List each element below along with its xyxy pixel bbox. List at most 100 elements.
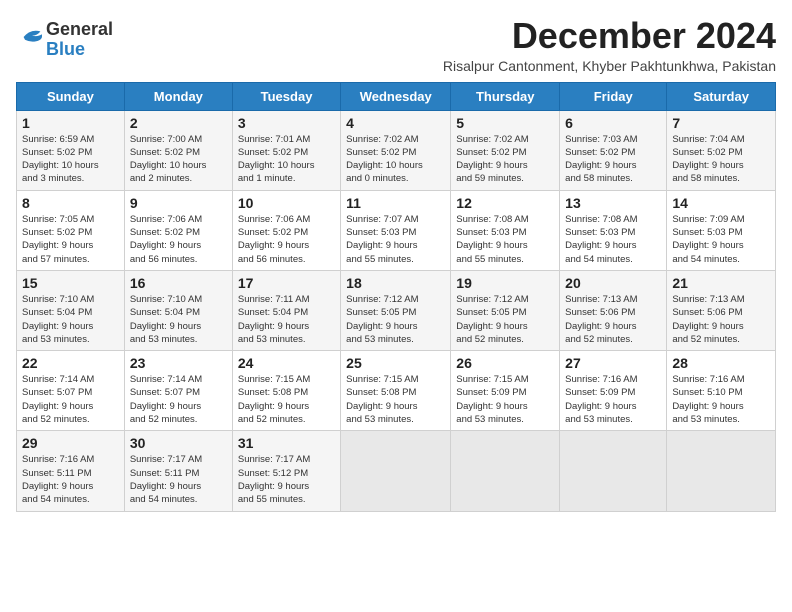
- day-info: Sunrise: 7:15 AM Sunset: 5:08 PM Dayligh…: [238, 373, 335, 426]
- day-info: Sunrise: 7:02 AM Sunset: 5:02 PM Dayligh…: [456, 133, 554, 186]
- day-number: 28: [672, 355, 770, 371]
- calendar-cell: 15 Sunrise: 7:10 AM Sunset: 5:04 PM Dayli…: [17, 270, 125, 350]
- logo: General Blue: [16, 20, 113, 60]
- weekday-header-wednesday: Wednesday: [341, 82, 451, 110]
- day-number: 2: [130, 115, 227, 131]
- day-number: 1: [22, 115, 119, 131]
- calendar-cell: 31 Sunrise: 7:17 AM Sunset: 5:12 PM Dayli…: [232, 431, 340, 511]
- day-info: Sunrise: 7:00 AM Sunset: 5:02 PM Dayligh…: [130, 133, 227, 186]
- day-info: Sunrise: 7:14 AM Sunset: 5:07 PM Dayligh…: [130, 373, 227, 426]
- day-number: 7: [672, 115, 770, 131]
- day-number: 26: [456, 355, 554, 371]
- day-info: Sunrise: 7:15 AM Sunset: 5:08 PM Dayligh…: [346, 373, 445, 426]
- location-subtitle: Risalpur Cantonment, Khyber Pakhtunkhwa,…: [443, 58, 776, 74]
- weekday-header-sunday: Sunday: [17, 82, 125, 110]
- calendar-cell: 3Sunrise: 7:01 AM Sunset: 5:02 PM Daylig…: [232, 110, 340, 190]
- weekday-header-friday: Friday: [560, 82, 667, 110]
- calendar-cell: 2 Sunrise: 7:00 AM Sunset: 5:02 PM Daylig…: [124, 110, 232, 190]
- calendar-cell: 18 Sunrise: 7:12 AM Sunset: 5:05 PM Dayli…: [341, 270, 451, 350]
- day-info: Sunrise: 7:01 AM Sunset: 5:02 PM Dayligh…: [238, 133, 335, 186]
- calendar-week-4: 22 Sunrise: 7:14 AM Sunset: 5:07 PM Dayli…: [17, 351, 776, 431]
- day-number: 27: [565, 355, 661, 371]
- day-number: 13: [565, 195, 661, 211]
- day-number: 6: [565, 115, 661, 131]
- day-number: 5: [456, 115, 554, 131]
- day-info: Sunrise: 7:08 AM Sunset: 5:03 PM Dayligh…: [456, 213, 554, 266]
- day-info: Sunrise: 7:06 AM Sunset: 5:02 PM Dayligh…: [130, 213, 227, 266]
- day-number: 12: [456, 195, 554, 211]
- calendar-week-3: 15 Sunrise: 7:10 AM Sunset: 5:04 PM Dayli…: [17, 270, 776, 350]
- calendar-cell: 10 Sunrise: 7:06 AM Sunset: 5:02 PM Dayli…: [232, 190, 340, 270]
- day-info: Sunrise: 7:09 AM Sunset: 5:03 PM Dayligh…: [672, 213, 770, 266]
- day-number: 21: [672, 275, 770, 291]
- day-number: 14: [672, 195, 770, 211]
- day-info: Sunrise: 7:10 AM Sunset: 5:04 PM Dayligh…: [22, 293, 119, 346]
- title-block: December 2024 Risalpur Cantonment, Khybe…: [443, 16, 776, 74]
- day-number: 8: [22, 195, 119, 211]
- calendar-cell: 23 Sunrise: 7:14 AM Sunset: 5:07 PM Dayli…: [124, 351, 232, 431]
- calendar-cell: 27 Sunrise: 7:16 AM Sunset: 5:09 PM Dayli…: [560, 351, 667, 431]
- day-number: 30: [130, 435, 227, 451]
- day-number: 31: [238, 435, 335, 451]
- day-info: Sunrise: 7:16 AM Sunset: 5:10 PM Dayligh…: [672, 373, 770, 426]
- calendar-cell: 20 Sunrise: 7:13 AM Sunset: 5:06 PM Dayli…: [560, 270, 667, 350]
- day-info: Sunrise: 7:06 AM Sunset: 5:02 PM Dayligh…: [238, 213, 335, 266]
- calendar-cell: 28 Sunrise: 7:16 AM Sunset: 5:10 PM Dayli…: [667, 351, 776, 431]
- calendar-header: SundayMondayTuesdayWednesdayThursdayFrid…: [17, 82, 776, 110]
- day-number: 15: [22, 275, 119, 291]
- weekday-header-tuesday: Tuesday: [232, 82, 340, 110]
- day-number: 11: [346, 195, 445, 211]
- day-number: 23: [130, 355, 227, 371]
- calendar-cell: 13 Sunrise: 7:08 AM Sunset: 5:03 PM Dayli…: [560, 190, 667, 270]
- calendar-cell: [341, 431, 451, 511]
- calendar-cell: 24 Sunrise: 7:15 AM Sunset: 5:08 PM Dayli…: [232, 351, 340, 431]
- weekday-header-saturday: Saturday: [667, 82, 776, 110]
- day-info: Sunrise: 7:13 AM Sunset: 5:06 PM Dayligh…: [672, 293, 770, 346]
- calendar-cell: 26 Sunrise: 7:15 AM Sunset: 5:09 PM Dayli…: [451, 351, 560, 431]
- day-info: Sunrise: 7:16 AM Sunset: 5:09 PM Dayligh…: [565, 373, 661, 426]
- calendar-cell: [667, 431, 776, 511]
- page-header: General Blue December 2024 Risalpur Cant…: [16, 16, 776, 74]
- day-number: 16: [130, 275, 227, 291]
- day-info: Sunrise: 7:17 AM Sunset: 5:11 PM Dayligh…: [130, 453, 227, 506]
- day-info: Sunrise: 6:59 AM Sunset: 5:02 PM Dayligh…: [22, 133, 119, 186]
- calendar-week-2: 8Sunrise: 7:05 AM Sunset: 5:02 PM Daylig…: [17, 190, 776, 270]
- calendar-cell: 19 Sunrise: 7:12 AM Sunset: 5:05 PM Dayli…: [451, 270, 560, 350]
- day-info: Sunrise: 7:12 AM Sunset: 5:05 PM Dayligh…: [456, 293, 554, 346]
- calendar-cell: 21 Sunrise: 7:13 AM Sunset: 5:06 PM Dayli…: [667, 270, 776, 350]
- calendar-cell: 14 Sunrise: 7:09 AM Sunset: 5:03 PM Dayli…: [667, 190, 776, 270]
- day-number: 24: [238, 355, 335, 371]
- calendar-cell: 25Sunrise: 7:15 AM Sunset: 5:08 PM Dayli…: [341, 351, 451, 431]
- calendar-cell: 11 Sunrise: 7:07 AM Sunset: 5:03 PM Dayli…: [341, 190, 451, 270]
- day-info: Sunrise: 7:13 AM Sunset: 5:06 PM Dayligh…: [565, 293, 661, 346]
- day-info: Sunrise: 7:15 AM Sunset: 5:09 PM Dayligh…: [456, 373, 554, 426]
- logo-bird-icon: [18, 23, 46, 51]
- calendar-table: SundayMondayTuesdayWednesdayThursdayFrid…: [16, 82, 776, 512]
- weekday-header-thursday: Thursday: [451, 82, 560, 110]
- calendar-week-1: 1 Sunrise: 6:59 AM Sunset: 5:02 PM Daylig…: [17, 110, 776, 190]
- day-info: Sunrise: 7:12 AM Sunset: 5:05 PM Dayligh…: [346, 293, 445, 346]
- weekday-header-monday: Monday: [124, 82, 232, 110]
- day-number: 22: [22, 355, 119, 371]
- calendar-cell: 1 Sunrise: 6:59 AM Sunset: 5:02 PM Daylig…: [17, 110, 125, 190]
- calendar-cell: 8Sunrise: 7:05 AM Sunset: 5:02 PM Daylig…: [17, 190, 125, 270]
- day-info: Sunrise: 7:11 AM Sunset: 5:04 PM Dayligh…: [238, 293, 335, 346]
- day-number: 19: [456, 275, 554, 291]
- day-info: Sunrise: 7:07 AM Sunset: 5:03 PM Dayligh…: [346, 213, 445, 266]
- calendar-cell: 22Sunrise: 7:14 AM Sunset: 5:07 PM Dayli…: [17, 351, 125, 431]
- calendar-body: 1 Sunrise: 6:59 AM Sunset: 5:02 PM Daylig…: [17, 110, 776, 511]
- day-info: Sunrise: 7:02 AM Sunset: 5:02 PM Dayligh…: [346, 133, 445, 186]
- day-info: Sunrise: 7:03 AM Sunset: 5:02 PM Dayligh…: [565, 133, 661, 186]
- calendar-cell: 5 Sunrise: 7:02 AM Sunset: 5:02 PM Daylig…: [451, 110, 560, 190]
- day-number: 10: [238, 195, 335, 211]
- day-number: 20: [565, 275, 661, 291]
- day-info: Sunrise: 7:04 AM Sunset: 5:02 PM Dayligh…: [672, 133, 770, 186]
- month-title: December 2024: [443, 16, 776, 56]
- calendar-cell: 30 Sunrise: 7:17 AM Sunset: 5:11 PM Dayli…: [124, 431, 232, 511]
- day-number: 18: [346, 275, 445, 291]
- day-info: Sunrise: 7:08 AM Sunset: 5:03 PM Dayligh…: [565, 213, 661, 266]
- calendar-cell: 29 Sunrise: 7:16 AM Sunset: 5:11 PM Dayli…: [17, 431, 125, 511]
- day-number: 29: [22, 435, 119, 451]
- day-info: Sunrise: 7:16 AM Sunset: 5:11 PM Dayligh…: [22, 453, 119, 506]
- day-info: Sunrise: 7:17 AM Sunset: 5:12 PM Dayligh…: [238, 453, 335, 506]
